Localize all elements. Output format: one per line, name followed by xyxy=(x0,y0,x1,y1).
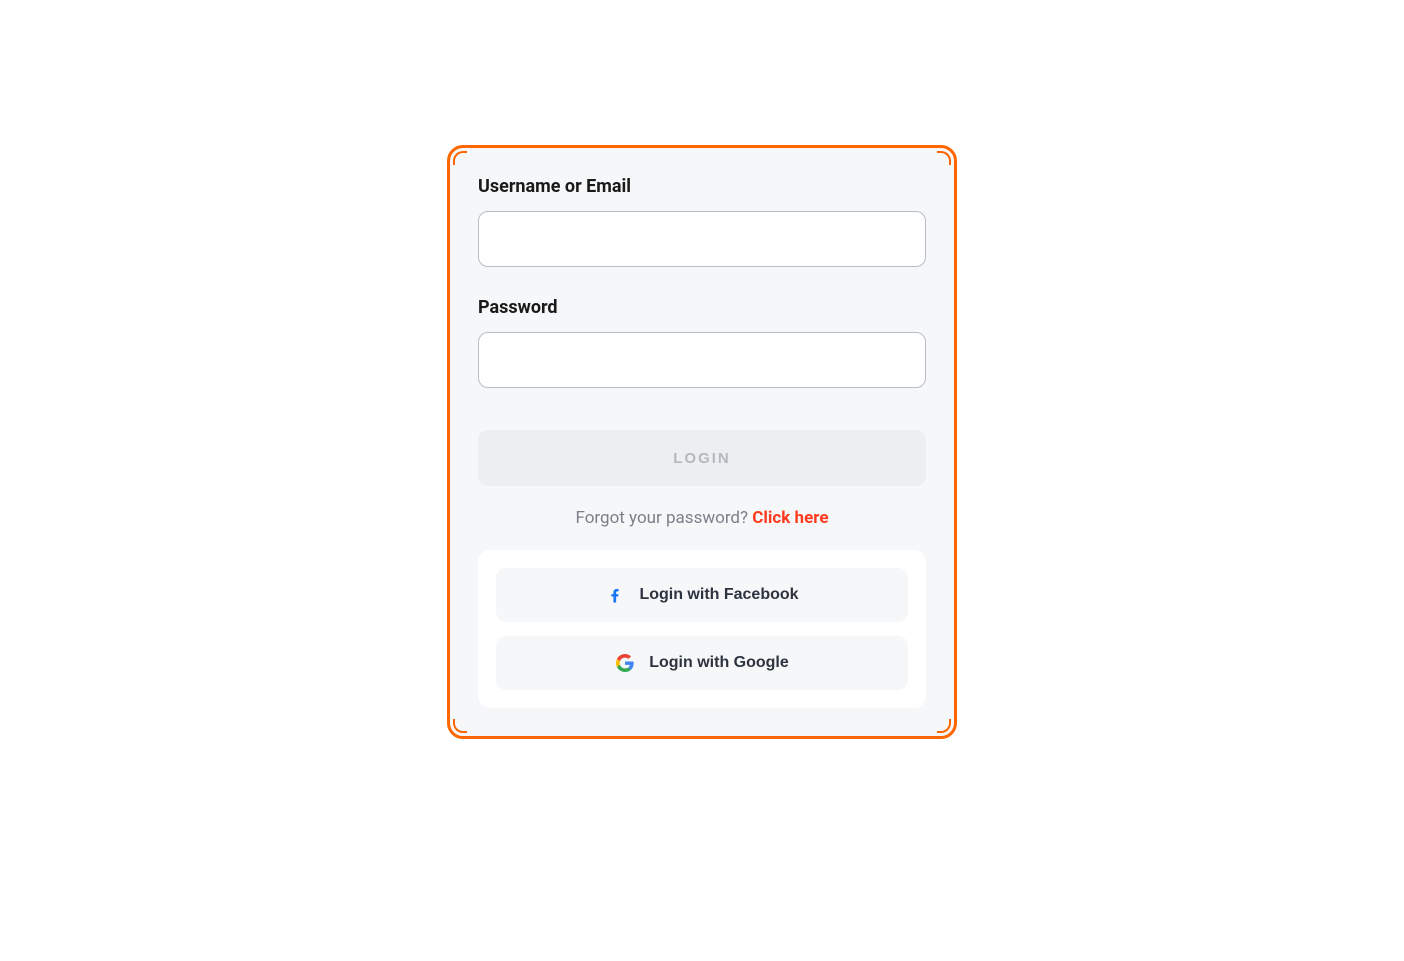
username-field-group: Username or Email xyxy=(478,176,926,267)
selection-corner-icon xyxy=(453,151,467,165)
password-label: Password xyxy=(478,297,926,318)
selection-corner-icon xyxy=(937,719,951,733)
forgot-password-text: Forgot your password? xyxy=(576,508,753,528)
username-input[interactable] xyxy=(478,211,926,267)
password-field-group: Password xyxy=(478,297,926,388)
social-login-container: Login with Facebook Login with Google xyxy=(478,550,926,708)
login-facebook-button[interactable]: Login with Facebook xyxy=(496,568,908,622)
forgot-password-link[interactable]: Click here xyxy=(752,508,828,528)
login-facebook-label: Login with Facebook xyxy=(639,586,798,604)
login-button[interactable]: LOGIN xyxy=(478,430,926,486)
selection-corner-icon xyxy=(937,151,951,165)
login-google-label: Login with Google xyxy=(649,654,789,672)
facebook-icon xyxy=(605,585,625,605)
google-icon xyxy=(615,653,635,673)
password-input[interactable] xyxy=(478,332,926,388)
forgot-password-row: Forgot your password? Click here xyxy=(478,508,926,528)
username-label: Username or Email xyxy=(478,176,926,197)
selection-corner-icon xyxy=(453,719,467,733)
login-google-button[interactable]: Login with Google xyxy=(496,636,908,690)
login-card: Username or Email Password LOGIN Forgot … xyxy=(447,145,957,739)
